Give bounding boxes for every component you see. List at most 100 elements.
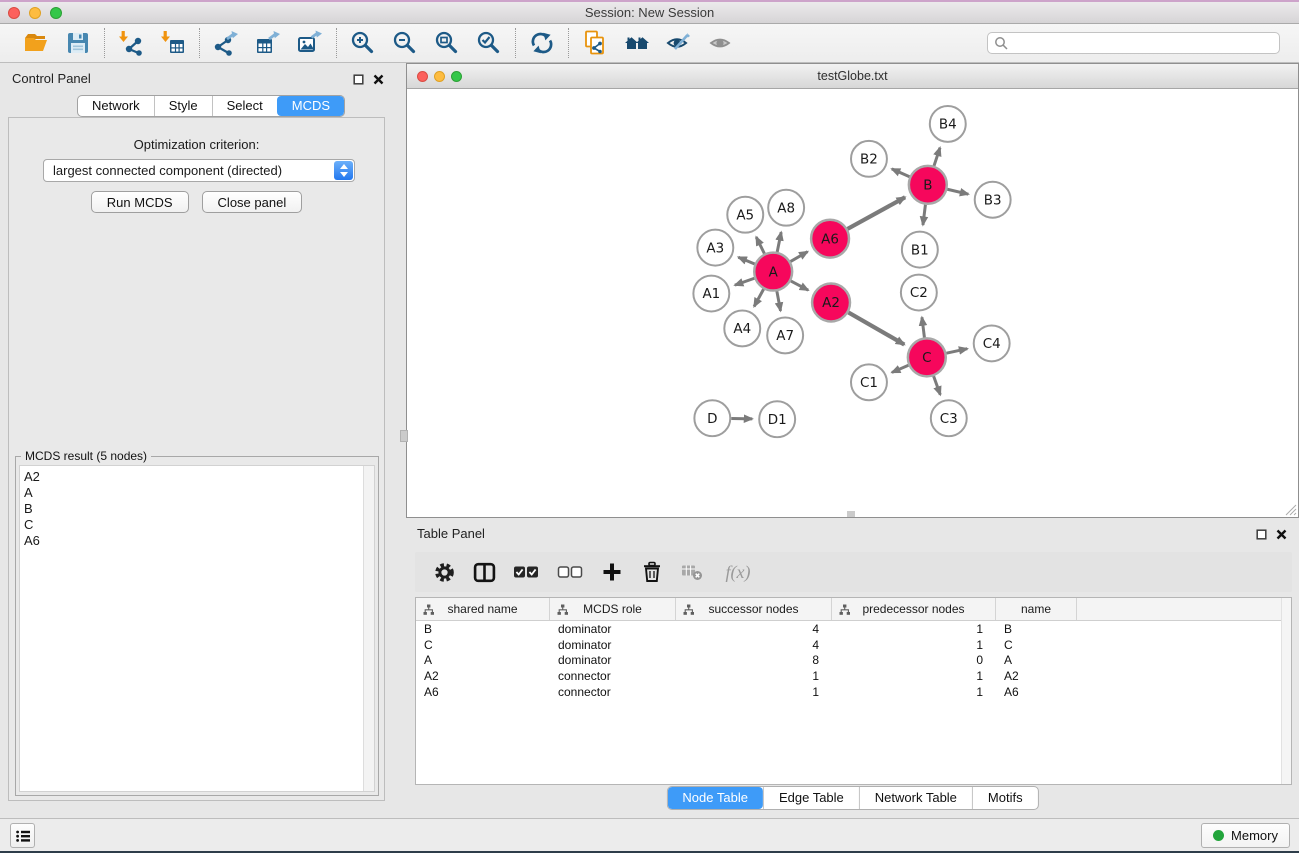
graph-node-B3[interactable]: B3 — [975, 182, 1011, 218]
float-panel-icon[interactable] — [353, 72, 364, 90]
search-field[interactable] — [987, 32, 1280, 54]
zoom-in-icon[interactable] — [350, 30, 376, 56]
graph-node-A3[interactable]: A3 — [697, 230, 733, 266]
edge-B-B1[interactable] — [923, 205, 925, 225]
mcds-result-list[interactable]: A2ABCA6 — [19, 465, 375, 792]
graph-node-B4[interactable]: B4 — [930, 106, 966, 142]
edge-A2-C[interactable] — [848, 312, 904, 344]
edge-C-C1[interactable] — [892, 365, 909, 372]
graph-node-B1[interactable]: B1 — [902, 232, 938, 268]
network-window-titlebar[interactable]: testGlobe.txt — [407, 64, 1298, 89]
run-mcds-button[interactable]: Run MCDS — [91, 191, 189, 213]
table-cell[interactable]: A — [416, 653, 550, 667]
table-row[interactable]: Adominator80A — [416, 653, 1291, 669]
edge-A-A3[interactable] — [738, 257, 754, 264]
first-neighbors-icon[interactable] — [624, 30, 650, 56]
table-cell[interactable]: 0 — [832, 653, 996, 667]
scrollbar-thumb[interactable] — [847, 511, 855, 517]
graph-node-A5[interactable]: A5 — [727, 197, 763, 233]
mcds-result-item[interactable]: B — [20, 501, 374, 517]
graph-node-A[interactable]: A — [754, 253, 792, 291]
table-cell[interactable]: 1 — [832, 669, 996, 683]
open-session-icon[interactable] — [23, 30, 49, 56]
edge-A-A5[interactable] — [756, 237, 764, 254]
column-header-mcds-role[interactable]: MCDS role — [550, 598, 676, 620]
close-panel-button[interactable]: Close panel — [202, 191, 303, 213]
table-cell[interactable]: dominator — [550, 638, 676, 652]
zoom-fit-icon[interactable] — [434, 30, 460, 56]
table-cell[interactable]: dominator — [550, 653, 676, 667]
table-row[interactable]: Bdominator41B — [416, 621, 1291, 637]
tab-edge-table[interactable]: Edge Table — [763, 787, 859, 809]
tab-network-table[interactable]: Network Table — [859, 787, 972, 809]
edge-B-B3[interactable] — [947, 189, 968, 194]
save-session-icon[interactable] — [65, 30, 91, 56]
table-scrollbar[interactable] — [1281, 598, 1291, 784]
close-panel-icon[interactable] — [373, 72, 384, 90]
memory-button[interactable]: Memory — [1201, 823, 1290, 848]
graph-node-A7[interactable]: A7 — [767, 317, 803, 353]
export-network-icon[interactable] — [213, 30, 239, 56]
table-row[interactable]: Cdominator41C — [416, 637, 1291, 653]
table-cell[interactable]: A6 — [416, 685, 550, 699]
table-cell[interactable]: C — [416, 638, 550, 652]
tab-node-table[interactable]: Node Table — [667, 787, 763, 809]
create-column-plus-icon[interactable] — [597, 559, 627, 585]
tab-motifs[interactable]: Motifs — [972, 787, 1038, 809]
table-cell[interactable]: 8 — [676, 653, 832, 667]
import-network-icon[interactable] — [118, 30, 144, 56]
network-graph[interactable]: AA1A2A3A4A5A6A7A8BB1B2B3B4CC1C2C3C4DD1 — [407, 90, 1298, 517]
export-table-icon[interactable] — [255, 30, 281, 56]
graph-node-C[interactable]: C — [908, 338, 946, 376]
show-panels-button[interactable] — [10, 823, 35, 848]
table-cell[interactable]: connector — [550, 685, 676, 699]
edge-A-A7[interactable] — [777, 291, 781, 311]
float-panel-icon[interactable] — [1256, 527, 1267, 545]
graph-node-A2[interactable]: A2 — [812, 284, 850, 322]
column-header-name[interactable]: name — [996, 598, 1077, 620]
show-column-icon[interactable] — [469, 559, 499, 585]
mcds-result-item[interactable]: A6 — [20, 533, 374, 549]
edge-A6-B[interactable] — [848, 197, 906, 229]
graph-node-C1[interactable]: C1 — [851, 364, 887, 400]
criterion-select[interactable]: largest connected component (directed) — [43, 159, 355, 182]
mcds-result-item[interactable]: A — [20, 485, 374, 501]
graph-node-C4[interactable]: C4 — [974, 325, 1010, 361]
table-cell[interactable]: A6 — [996, 685, 1077, 699]
delete-columns-trash-icon[interactable] — [637, 559, 667, 585]
zoom-window-button[interactable] — [50, 7, 62, 19]
close-view-button[interactable] — [417, 71, 428, 82]
minimize-window-button[interactable] — [29, 7, 41, 19]
column-header-shared-name[interactable]: shared name — [416, 598, 550, 620]
tab-select[interactable]: Select — [212, 96, 277, 116]
graph-node-D1[interactable]: D1 — [759, 401, 795, 437]
minimize-view-button[interactable] — [434, 71, 445, 82]
table-cell[interactable]: A2 — [416, 669, 550, 683]
column-header-successor-nodes[interactable]: successor nodes — [676, 598, 832, 620]
resize-grip-icon[interactable] — [1283, 502, 1297, 516]
import-table-icon[interactable] — [160, 30, 186, 56]
unselect-all-icon[interactable] — [553, 559, 587, 585]
tab-style[interactable]: Style — [154, 96, 212, 116]
edge-B-B4[interactable] — [934, 148, 940, 166]
function-builder-icon[interactable]: f(x) — [717, 559, 759, 585]
table-cell[interactable]: A2 — [996, 669, 1077, 683]
result-list-scrollbar[interactable] — [363, 466, 374, 791]
mcds-result-item[interactable]: A2 — [20, 469, 374, 485]
table-row[interactable]: A2connector11A2 — [416, 668, 1291, 684]
delete-table-icon[interactable] — [677, 559, 707, 585]
graph-node-A6[interactable]: A6 — [811, 220, 849, 258]
table-cell[interactable]: A — [996, 653, 1077, 667]
edge-B-B2[interactable] — [892, 169, 910, 177]
edge-C-C4[interactable] — [946, 349, 967, 353]
table-cell[interactable]: 1 — [832, 622, 996, 636]
graph-node-A8[interactable]: A8 — [768, 190, 804, 226]
edge-A-A8[interactable] — [777, 232, 781, 252]
table-cell[interactable]: 1 — [832, 685, 996, 699]
scrollbar-thumb[interactable] — [400, 430, 408, 442]
table-row[interactable]: A6connector11A6 — [416, 684, 1291, 700]
table-cell[interactable]: B — [996, 622, 1077, 636]
edge-C-C3[interactable] — [934, 376, 941, 395]
table-cell[interactable]: C — [996, 638, 1077, 652]
zoom-view-button[interactable] — [451, 71, 462, 82]
